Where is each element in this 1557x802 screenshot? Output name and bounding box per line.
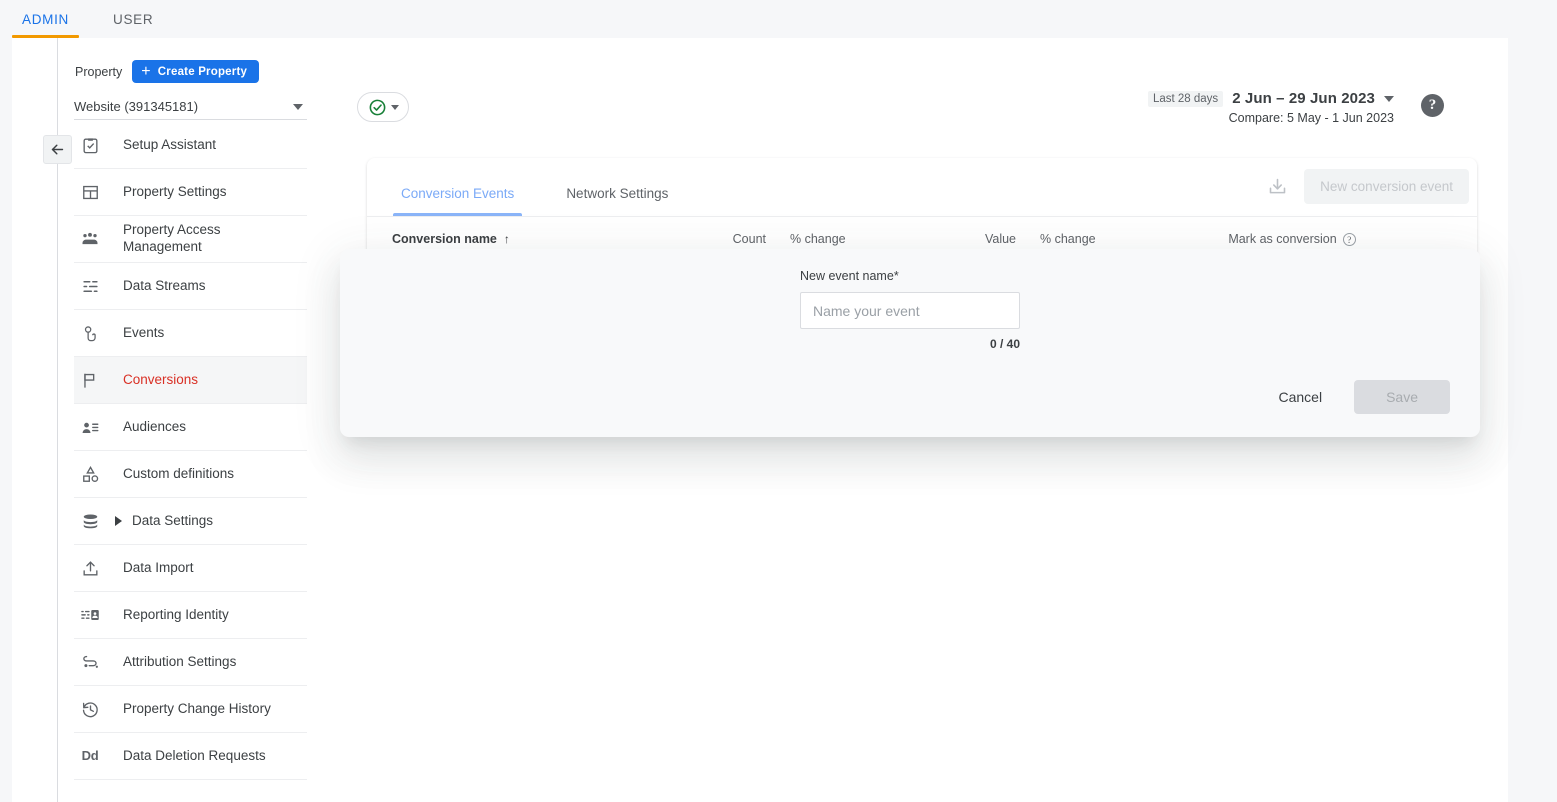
character-counter: 0 / 40	[989, 337, 1020, 351]
column-label: Conversion name	[392, 232, 497, 246]
sidebar-item-data-settings[interactable]: Data Settings	[74, 498, 307, 545]
identity-card-icon	[79, 604, 101, 626]
column-label: Mark as conversion	[1228, 231, 1337, 246]
sidebar-item-property-access-management[interactable]: Property Access Management	[74, 216, 307, 263]
new-event-name-input[interactable]	[800, 292, 1020, 329]
history-icon	[79, 698, 101, 720]
tab-conversion-events[interactable]: Conversion Events	[383, 186, 532, 216]
upload-icon	[79, 557, 101, 579]
sidebar-item-label: Property Access Management	[123, 222, 221, 254]
attribution-icon	[79, 651, 101, 673]
property-select-value: Website (391345181)	[74, 99, 199, 114]
sidebar-item-data-import[interactable]: Data Import	[74, 545, 307, 592]
check-circle-icon	[368, 98, 387, 117]
back-button[interactable]	[43, 135, 72, 164]
sidebar-item-events[interactable]: Events	[74, 310, 307, 357]
sidebar-item-label: Events	[123, 324, 165, 340]
tab-user-label: USER	[113, 11, 154, 27]
card-header-actions: New conversion event	[1267, 169, 1469, 204]
new-event-name-label: New event name*	[800, 269, 1020, 283]
flag-icon	[79, 369, 101, 391]
new-conversion-event-button[interactable]: New conversion event	[1304, 169, 1469, 204]
tab-user[interactable]: USER	[91, 0, 175, 38]
modal-actions: Cancel Save	[1272, 380, 1450, 414]
sidebar-item-label: Audiences	[123, 418, 187, 434]
required-marker: *	[893, 269, 899, 283]
sidebar-item-setup-assistant[interactable]: Setup Assistant	[74, 122, 307, 169]
date-compare-label: Compare: 5 May - 1 Jun 2023	[1228, 111, 1394, 125]
help-circle-icon[interactable]: ?	[1342, 233, 1356, 247]
save-button[interactable]: Save	[1354, 380, 1450, 414]
top-tab-bar: ADMIN USER	[0, 0, 1557, 38]
chevron-down-icon	[1384, 95, 1394, 102]
sidebar: Property + Create Property Website (3913…	[74, 38, 307, 802]
date-range-badge: Last 28 days	[1147, 90, 1224, 107]
new-event-name-field-group: New event name* 0 / 40	[800, 269, 1020, 351]
sidebar-item-custom-definitions[interactable]: Custom definitions	[74, 451, 307, 498]
download-icon[interactable]	[1267, 176, 1288, 197]
sidebar-item-property-settings[interactable]: Property Settings	[74, 169, 307, 216]
tab-network-settings[interactable]: Network Settings	[548, 186, 686, 216]
sidebar-item-label: Data Deletion Requests	[123, 747, 266, 763]
card-header: Conversion Events Network Settings New c…	[367, 158, 1477, 217]
tap-icon	[79, 322, 101, 344]
card-tabs: Conversion Events Network Settings	[367, 186, 686, 216]
dd-text-icon: Dd	[81, 747, 99, 763]
sidebar-item-data-deletion-requests[interactable]: Dd Data Deletion Requests	[74, 733, 307, 780]
date-range-selector[interactable]: Last 28 days 2 Jun – 29 Jun 2023 Compare…	[1147, 90, 1394, 125]
shapes-icon	[79, 463, 101, 485]
property-label: Property	[75, 64, 123, 79]
cancel-button[interactable]: Cancel	[1272, 388, 1328, 406]
sidebar-item-property-change-history[interactable]: Property Change History	[74, 686, 307, 733]
sidebar-item-reporting-identity[interactable]: Reporting Identity	[74, 592, 307, 639]
create-property-label: Create Property	[157, 65, 248, 78]
create-property-button[interactable]: + Create Property	[132, 60, 260, 83]
help-question-icon: ?	[1428, 97, 1437, 113]
sidebar-item-label: Attribution Settings	[123, 653, 237, 669]
sidebar-item-label: Custom definitions	[123, 465, 235, 481]
main-toolbar: Last 28 days 2 Jun – 29 Jun 2023 Compare…	[307, 38, 1508, 125]
sidebar-item-label: Property Settings	[123, 183, 227, 199]
database-icon	[79, 510, 101, 532]
person-list-icon	[79, 416, 101, 438]
new-conversion-event-label: New conversion event	[1320, 179, 1453, 194]
chevron-down-icon	[390, 104, 399, 110]
date-range-value: 2 Jun – 29 Jun 2023	[1232, 90, 1375, 107]
sidebar-item-label: Data Settings	[132, 512, 214, 528]
new-conversion-event-modal: New event name* 0 / 40 Cancel Save	[340, 249, 1480, 437]
sidebar-item-label: Data Streams	[123, 277, 206, 293]
sidebar-item-audiences[interactable]: Audiences	[74, 404, 307, 451]
tab-admin[interactable]: ADMIN	[0, 0, 91, 38]
app-root: ADMIN USER Property + Create Property We…	[0, 0, 1557, 802]
layout-icon	[79, 181, 101, 203]
sidebar-item-attribution-settings[interactable]: Attribution Settings	[74, 639, 307, 686]
expand-triangle-icon[interactable]	[115, 516, 122, 526]
tab-label: Conversion Events	[401, 186, 515, 201]
streams-icon	[79, 275, 101, 297]
help-button[interactable]: ?	[1421, 94, 1444, 117]
property-select[interactable]: Website (391345181)	[74, 94, 307, 120]
property-header: Property + Create Property	[74, 38, 307, 83]
sort-ascending-icon: ↑	[503, 232, 510, 246]
sidebar-item-label: Setup Assistant	[123, 136, 217, 152]
chevron-down-icon	[293, 103, 303, 110]
sidebar-item-conversions[interactable]: Conversions	[74, 357, 307, 404]
tab-admin-label: ADMIN	[22, 11, 69, 27]
sidebar-item-label: Conversions	[123, 371, 199, 387]
sidebar-item-data-streams[interactable]: Data Streams	[74, 263, 307, 310]
clipboard-check-icon	[79, 134, 101, 156]
sidebar-nav: Setup Assistant Property Settings Proper…	[74, 122, 307, 780]
back-arrow-icon	[51, 144, 64, 155]
people-icon	[79, 228, 101, 250]
sidebar-item-label: Data Import	[123, 559, 194, 575]
sidebar-item-label: Reporting Identity	[123, 606, 229, 622]
plus-icon: +	[141, 62, 151, 80]
tab-label: Network Settings	[566, 186, 669, 201]
data-status-button[interactable]	[357, 92, 409, 122]
new-event-name-label-text: New event name	[800, 269, 894, 283]
sidebar-item-label: Property Change History	[123, 700, 271, 716]
